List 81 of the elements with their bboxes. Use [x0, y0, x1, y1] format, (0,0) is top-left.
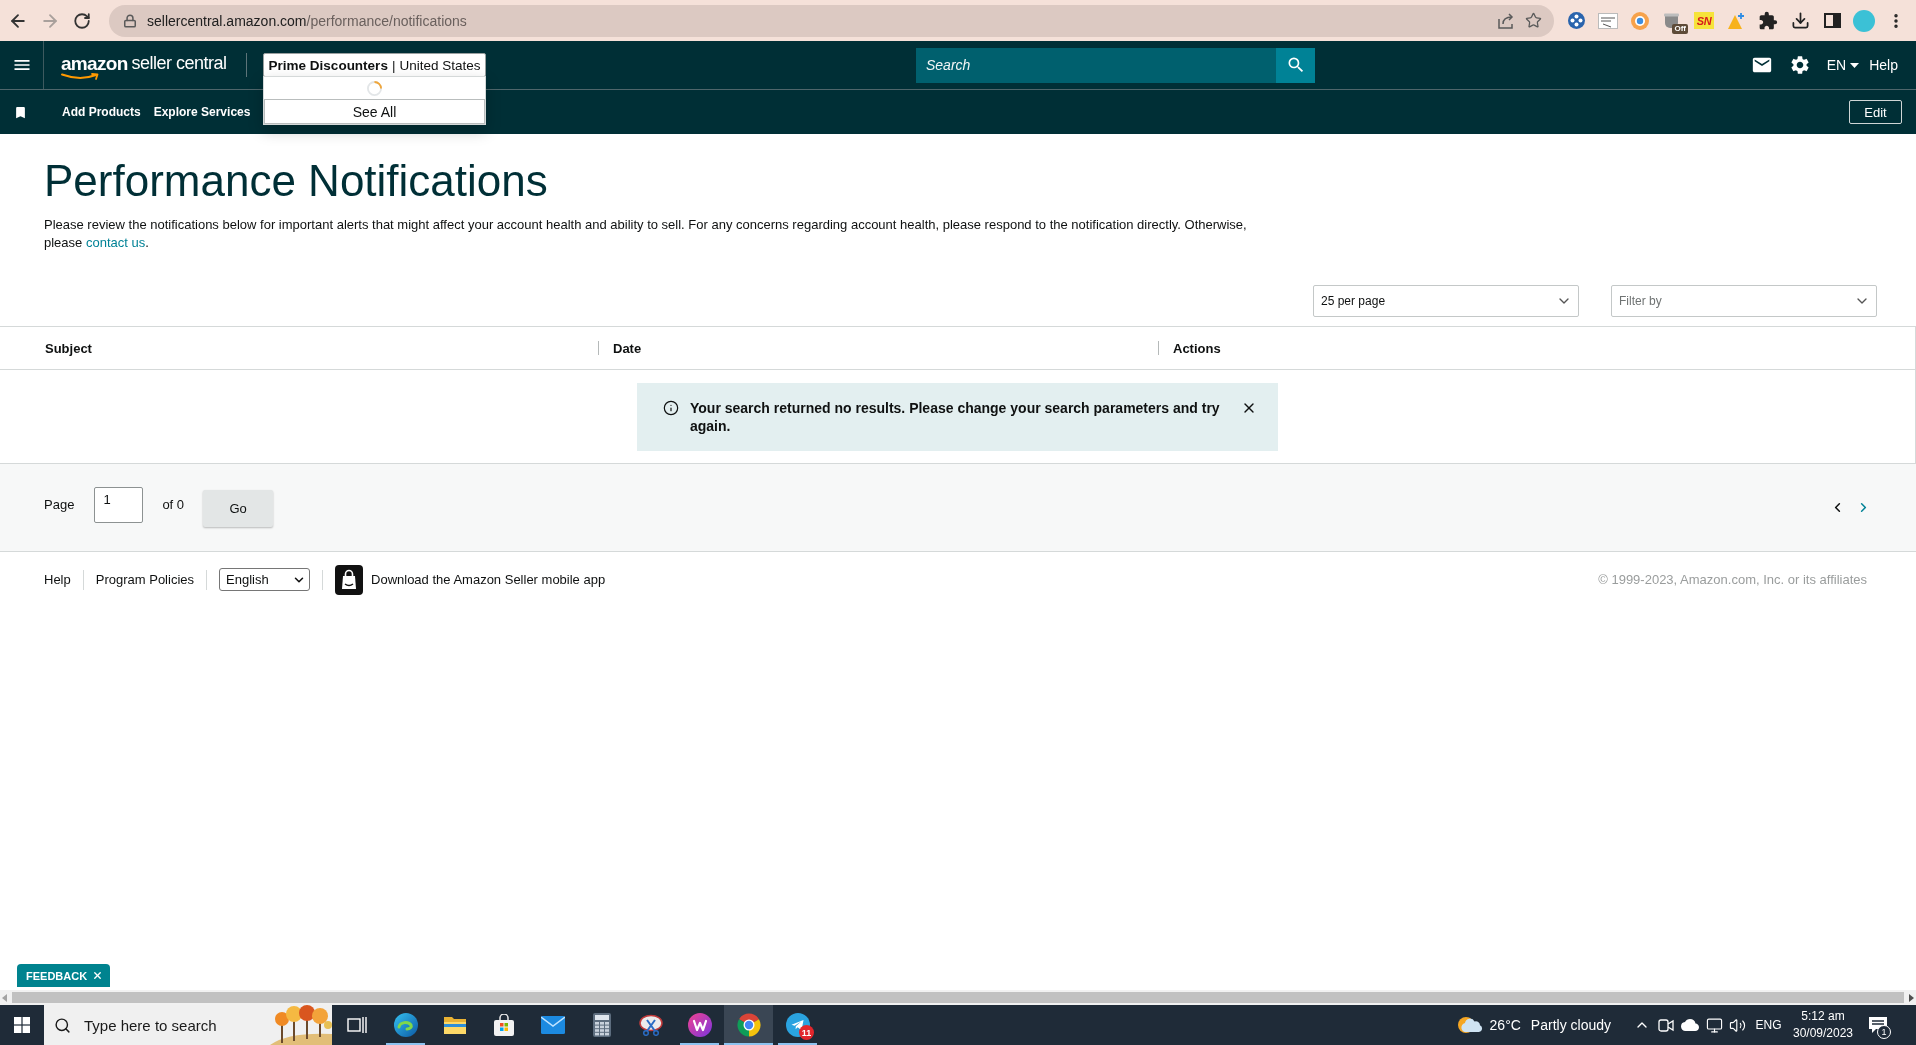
- language-indicator[interactable]: ENG: [1755, 1018, 1782, 1032]
- copyright-text: © 1999-2023, Amazon.com, Inc. or its affiliates: [1598, 572, 1867, 587]
- taskbar-app[interactable]: 11: [773, 1005, 822, 1045]
- triangle-plus-icon[interactable]: [1727, 11, 1745, 30]
- app-download-link[interactable]: Download the Amazon Seller mobile app: [371, 572, 606, 587]
- account-switcher[interactable]: Prime Discounters | United States: [262, 53, 487, 77]
- url-text: sellercentral.amazon.com/performance/notifications: [147, 12, 468, 29]
- taskbar-search-field[interactable]: Type here to search: [71, 1005, 270, 1045]
- footer-link[interactable]: Program Policies: [95, 572, 194, 587]
- weather-text: Partly cloudy: [1530, 1017, 1611, 1033]
- page-title: Performance Notifications: [44, 155, 548, 207]
- intro-text: Please review the notifications below for important alerts that might affect your account health and ability to sell. For any concerns regarding account health, please respond to the notification directly. Otherwise, please contact us.: [44, 216, 1248, 252]
- go-button[interactable]: Go: [203, 490, 274, 527]
- edit-button[interactable]: Edit: [1849, 100, 1902, 124]
- bookmark-star-icon[interactable]: [1525, 12, 1542, 29]
- puzzle-icon[interactable]: [1758, 10, 1778, 31]
- shopping-bag-icon: [335, 564, 363, 595]
- calculator-icon[interactable]: [592, 1013, 611, 1037]
- page-label: Page: [44, 497, 75, 512]
- see-all-button[interactable]: See All: [263, 99, 486, 124]
- volume-icon[interactable]: [1729, 1016, 1746, 1034]
- footer-link[interactable]: Help: [44, 572, 71, 587]
- off-badge: Off: [1672, 23, 1688, 34]
- per-page-select[interactable]: 25 per page: [1313, 285, 1579, 317]
- video-icon[interactable]: [1658, 1017, 1674, 1033]
- language-menu[interactable]: EN: [1826, 57, 1860, 73]
- info-icon: [663, 400, 679, 416]
- temperature-text: 26°C: [1489, 1017, 1521, 1033]
- autumn-trees-illustration: [270, 1005, 332, 1045]
- column-header: Actions: [1173, 340, 1221, 356]
- nav-link[interactable]: Add Products: [62, 105, 141, 119]
- alert-message: Your search returned no results. Please change your search parameters and try again.: [690, 399, 1221, 435]
- store-bag-icon[interactable]: [492, 1014, 515, 1036]
- search-field[interactable]: Search: [916, 47, 1276, 83]
- folder-icon[interactable]: [442, 1015, 467, 1035]
- smile-arrow-icon: [61, 73, 101, 80]
- weather-icon[interactable]: [1456, 1014, 1483, 1036]
- scrollbar-thumb[interactable]: [12, 992, 1904, 1003]
- lock-icon: [123, 13, 137, 28]
- search-button[interactable]: [1276, 47, 1315, 83]
- column-header: Subject: [45, 340, 92, 356]
- task-view-icon[interactable]: [346, 1016, 367, 1034]
- count-badge: 11: [799, 1025, 814, 1040]
- circle-dots-icon[interactable]: [1567, 12, 1585, 29]
- page-input[interactable]: 1: [94, 486, 144, 523]
- bookmark-icon[interactable]: [13, 104, 28, 120]
- caret-down-icon: [1850, 62, 1860, 68]
- help-link[interactable]: Help: [1869, 57, 1898, 73]
- caret-right-icon[interactable]: [1909, 993, 1914, 1002]
- tricolor-circle-icon[interactable]: [736, 1013, 761, 1037]
- note-icon[interactable]: [1598, 12, 1618, 29]
- extension-tile[interactable]: SN: [1694, 12, 1714, 29]
- scissors-icon[interactable]: [638, 1014, 663, 1036]
- address-bar[interactable]: sellercentral.amazon.com/performance/notifications: [109, 4, 1554, 37]
- reload-icon[interactable]: [73, 11, 91, 30]
- feedback-tab[interactable]: FEEDBACK: [17, 964, 111, 987]
- ring-icon[interactable]: [1631, 11, 1649, 30]
- filter-select[interactable]: Filter by: [1611, 285, 1877, 317]
- cloud-icon[interactable]: [1681, 1016, 1699, 1034]
- logo-wordmark: amazon: [61, 54, 128, 73]
- page-count: of 0: [162, 497, 185, 512]
- swirl-icon[interactable]: [393, 1013, 418, 1037]
- taskbar-app[interactable]: [724, 1005, 773, 1045]
- clock-date[interactable]: 30/09/2023: [1792, 1026, 1854, 1041]
- clock-time[interactable]: 5:12 am: [1801, 1009, 1845, 1024]
- zigzag-circle-icon[interactable]: [687, 1013, 712, 1037]
- settings-icon[interactable]: [1788, 54, 1811, 76]
- language-select[interactable]: English: [219, 568, 310, 591]
- search-icon: [54, 1016, 71, 1034]
- notification-badge: 1: [1877, 1025, 1891, 1039]
- close-icon: [92, 970, 104, 981]
- side-panel-icon[interactable]: [1823, 13, 1841, 28]
- start-icon[interactable]: [14, 1017, 30, 1033]
- share-icon[interactable]: [1497, 12, 1515, 29]
- network-icon[interactable]: [1705, 1016, 1723, 1034]
- envelope-icon[interactable]: [540, 1016, 565, 1034]
- taskbar-search-box[interactable]: Type here to search: [44, 1005, 332, 1045]
- nav-link[interactable]: Explore Services: [153, 105, 251, 119]
- column-header: Date: [613, 340, 642, 356]
- download-icon[interactable]: [1790, 11, 1810, 30]
- logo-subtitle: seller central: [131, 54, 227, 73]
